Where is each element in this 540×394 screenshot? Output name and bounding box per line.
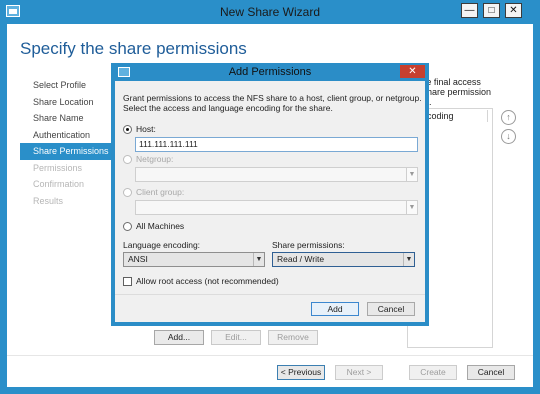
wizard-title: New Share Wizard <box>219 5 321 19</box>
dialog-title: Add Permissions <box>228 66 312 78</box>
language-encoding-select[interactable]: ANSI ▼ <box>123 252 265 267</box>
nav-item-share-location[interactable]: Share Location <box>20 94 120 111</box>
wizard-step-nav: Select Profile Share Location Share Name… <box>20 77 120 209</box>
cancel-button[interactable]: Cancel <box>467 365 515 380</box>
previous-button[interactable]: < Previous <box>277 365 325 380</box>
nav-item-results: Results <box>33 195 64 206</box>
host-label: Host: <box>136 124 156 134</box>
dialog-close-button[interactable]: ✕ <box>400 65 425 78</box>
client-group-dropdown: ▼ <box>135 200 418 215</box>
chevron-down-icon[interactable]: ▼ <box>253 253 264 266</box>
wizard-title-bar[interactable]: New Share Wizard — □ ✕ <box>0 0 540 24</box>
remove-permission-button: Remove <box>268 330 318 345</box>
dialog-divider <box>115 294 425 295</box>
share-permissions-select[interactable]: Read / Write ▼ <box>272 252 415 267</box>
edit-permission-button: Edit... <box>211 330 261 345</box>
add-permissions-dialog: Add Permissions ✕ Grant permissions to a… <box>111 63 429 326</box>
language-encoding-value: ANSI <box>128 254 148 264</box>
move-up-icon[interactable]: ↑ <box>501 110 516 125</box>
page-title: Specify the share permissions <box>20 39 247 58</box>
client-group-label: Client group: <box>136 187 185 197</box>
allow-root-label: Allow root access (not recommended) <box>136 276 279 286</box>
host-input[interactable]: 111.111.111.111 <box>135 137 418 152</box>
netgroup-label: Netgroup: <box>136 154 174 164</box>
maximize-button[interactable]: □ <box>483 3 500 18</box>
nav-item-authentication[interactable]: Authentication <box>20 127 120 144</box>
allow-root-option[interactable]: Allow root access (not recommended) <box>123 276 279 286</box>
client-group-radio <box>123 187 132 197</box>
chevron-down-icon: ▼ <box>406 201 417 214</box>
next-button: Next > <box>335 365 383 380</box>
all-machines-label: All Machines <box>136 221 185 231</box>
nav-item-permissions: Permissions <box>33 162 83 173</box>
dialog-description: Grant permissions to access the NFS shar… <box>123 93 422 113</box>
column-divider <box>487 110 488 122</box>
netgroup-radio <box>123 154 132 164</box>
host-option[interactable]: Host: <box>123 124 156 134</box>
nav-item-share-name[interactable]: Share Name <box>20 110 120 127</box>
dialog-body: Grant permissions to access the NFS shar… <box>115 81 425 322</box>
language-encoding-label: Language encoding: <box>123 240 201 250</box>
all-machines-radio[interactable] <box>123 221 132 231</box>
column-header-encoding: coding <box>427 111 454 121</box>
close-button[interactable]: ✕ <box>505 3 522 18</box>
nav-item-select-profile[interactable]: Select Profile <box>20 77 120 94</box>
client-group-option: Client group: <box>123 187 184 197</box>
share-permissions-value: Read / Write <box>277 254 325 264</box>
share-permissions-label: Share permissions: <box>272 240 345 250</box>
host-radio[interactable] <box>123 124 132 134</box>
netgroup-dropdown: ▼ <box>135 167 418 182</box>
nav-item-confirmation: Confirmation <box>33 179 85 189</box>
add-permission-button[interactable]: Add... <box>154 330 204 345</box>
move-down-icon[interactable]: ↓ <box>501 129 516 144</box>
minimize-button[interactable]: — <box>461 3 478 18</box>
allow-root-checkbox[interactable] <box>123 276 132 286</box>
nav-item-share-permissions[interactable]: Share Permissions <box>20 143 120 160</box>
dialog-cancel-button[interactable]: Cancel <box>367 302 415 316</box>
all-machines-option[interactable]: All Machines <box>123 221 184 231</box>
chevron-down-icon: ▼ <box>406 168 417 181</box>
create-button: Create <box>409 365 457 380</box>
dialog-add-button[interactable]: Add <box>311 302 359 316</box>
chevron-down-icon[interactable]: ▼ <box>403 253 414 266</box>
netgroup-option: Netgroup: <box>123 154 173 164</box>
